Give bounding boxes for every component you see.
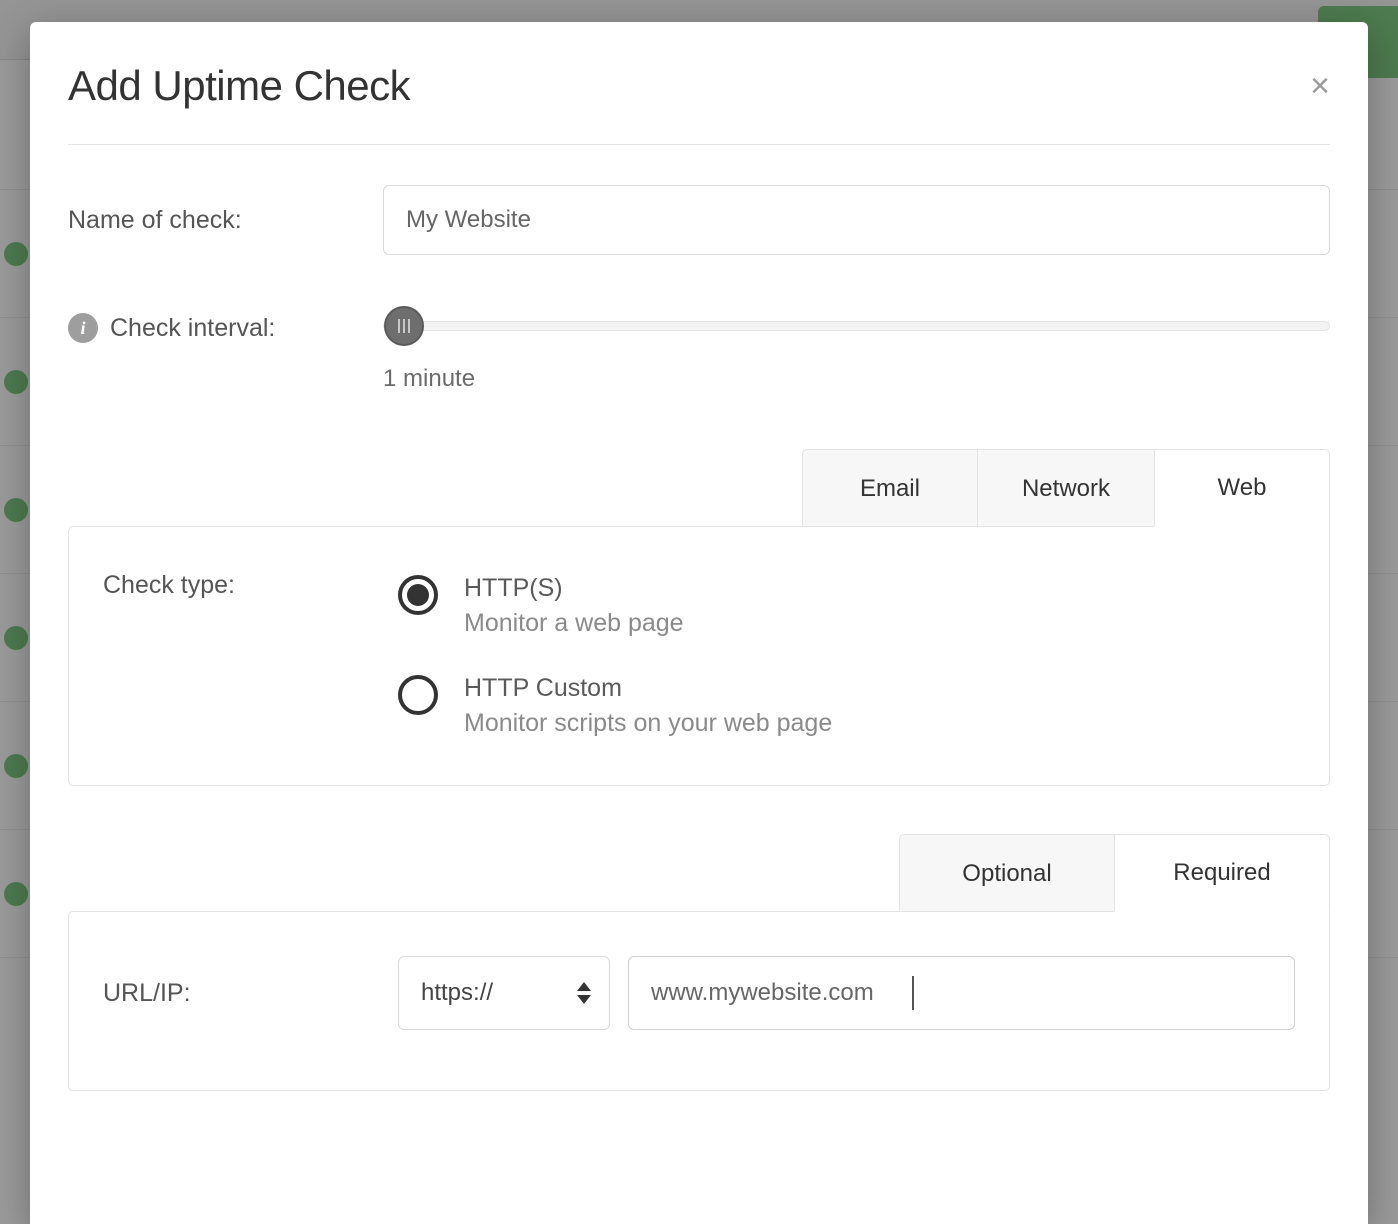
settings-tab-panel: URL/IP: https:// [68, 911, 1330, 1091]
tab-label: Web [1218, 474, 1267, 502]
radio-subtitle: Monitor a web page [464, 606, 684, 641]
interval-slider-thumb[interactable] [384, 306, 424, 346]
tab-web[interactable]: Web [1154, 449, 1330, 527]
category-tab-strip: Email Network Web [68, 449, 1330, 527]
modal-title: Add Uptime Check [68, 62, 410, 110]
tab-email[interactable]: Email [802, 449, 978, 527]
label-interval: Check interval: [110, 314, 275, 343]
tab-label: Network [1022, 475, 1110, 503]
row-interval: i Check interval: 1 minute [68, 315, 1330, 393]
radio-title: HTTP(S) [464, 571, 684, 606]
label-checktype: Check type: [103, 571, 235, 599]
category-tabs-block: Email Network Web Check type: HTTP(S) Mo… [68, 449, 1330, 786]
label-url: URL/IP: [103, 979, 191, 1007]
tab-network[interactable]: Network [977, 449, 1155, 527]
interval-value-label: 1 minute [383, 365, 1330, 393]
url-scheme-select[interactable]: https:// [398, 956, 610, 1030]
tab-label: Optional [962, 860, 1051, 888]
label-name: Name of check: [68, 206, 242, 235]
close-icon[interactable]: × [1310, 69, 1330, 103]
url-host-input[interactable] [628, 956, 1295, 1030]
radio-option-http-custom[interactable]: HTTP Custom Monitor scripts on your web … [398, 671, 1295, 741]
url-scheme-value: https:// [421, 979, 493, 1007]
interval-slider-track[interactable] [383, 321, 1330, 331]
category-tab-panel: Check type: HTTP(S) Monitor a web page [68, 526, 1330, 786]
tab-label: Required [1173, 859, 1270, 887]
radio-icon [398, 675, 438, 715]
radio-title: HTTP Custom [464, 671, 832, 706]
modal-header: Add Uptime Check × [68, 62, 1330, 145]
info-icon[interactable]: i [68, 313, 98, 343]
radio-option-https[interactable]: HTTP(S) Monitor a web page [398, 571, 1295, 641]
settings-tabs-block: Optional Required URL/IP: https:// [68, 834, 1330, 1091]
tab-optional[interactable]: Optional [899, 834, 1115, 912]
tab-label: Email [860, 475, 920, 503]
row-name: Name of check: [68, 185, 1330, 255]
radio-subtitle: Monitor scripts on your web page [464, 706, 832, 741]
settings-tab-strip: Optional Required [68, 834, 1330, 912]
text-cursor [912, 976, 914, 1010]
add-uptime-check-modal: Add Uptime Check × Name of check: i Chec… [30, 22, 1368, 1224]
radio-icon [398, 575, 438, 615]
select-caret-icon [577, 982, 591, 1004]
check-name-input[interactable] [383, 185, 1330, 255]
tab-required[interactable]: Required [1114, 834, 1330, 912]
